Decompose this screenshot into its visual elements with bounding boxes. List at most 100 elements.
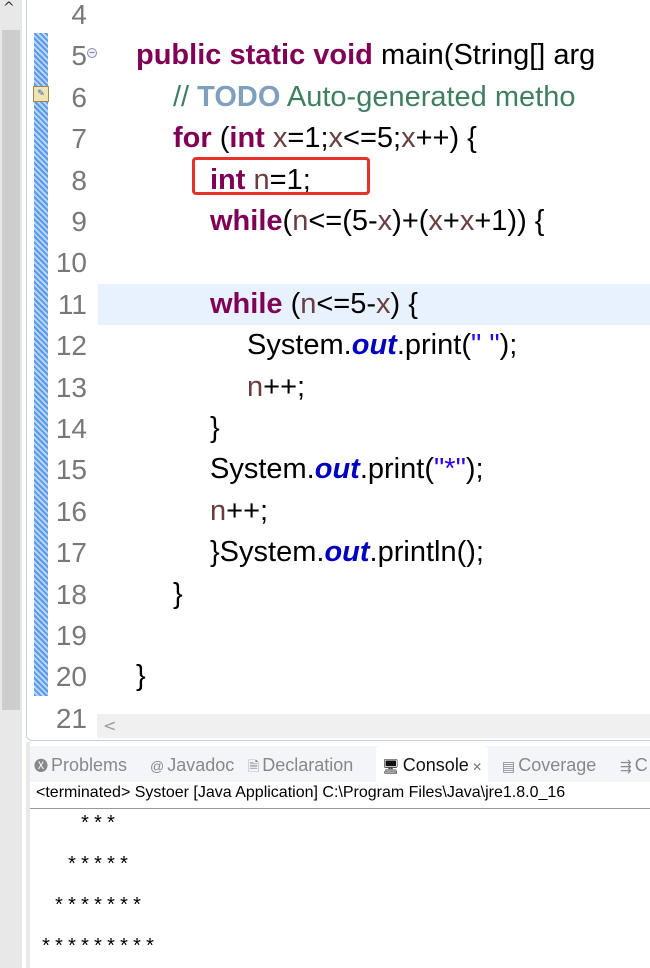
code-token: public static void — [136, 39, 381, 72]
code-line[interactable]: }System.out.println(); — [98, 532, 650, 573]
scroll-up-icon[interactable]: ^ — [3, 0, 15, 16]
code-token: n — [210, 494, 227, 527]
line-number: 19 — [55, 620, 87, 651]
code-token: ( — [211, 122, 230, 155]
line-number: 18 — [55, 578, 87, 610]
tab-label: Javadoc — [167, 755, 235, 775]
line-number: 17 — [55, 537, 87, 569]
tab-label: Console — [402, 755, 469, 775]
code-line[interactable]: while(n<=(5-x)+(x+x+1)) { — [98, 201, 650, 242]
code-token: TODO — [197, 80, 281, 113]
close-icon[interactable]: ✕ — [469, 760, 482, 774]
code-token: x — [272, 122, 288, 155]
code-token: =1; — [287, 122, 329, 155]
tab-label: C — [634, 755, 648, 775]
code-token: ) { — [390, 287, 418, 320]
code-token: ++) { — [415, 122, 477, 155]
code-token: ( — [282, 205, 293, 237]
highlight-annotation-box — [192, 157, 370, 195]
code-line[interactable]: while (n<=5-x) { — [98, 283, 650, 325]
line-number: 7 — [71, 123, 87, 155]
code-token: .print( — [359, 453, 434, 486]
code-token: ( — [282, 287, 301, 320]
code-token: <=5; — [343, 122, 402, 155]
line-number: 14 — [55, 413, 87, 444]
code-token: x — [459, 205, 475, 237]
console-output-line: *** — [40, 814, 119, 837]
code-line[interactable]: System.out.print(" "); — [98, 325, 650, 366]
code-line[interactable]: n++; — [98, 491, 650, 532]
line-number: 4 — [71, 0, 87, 30]
code-token: .println(); — [369, 536, 484, 569]
code-token: } — [173, 577, 183, 610]
code-line[interactable]: } — [98, 408, 650, 449]
line-number: 8 — [71, 164, 87, 196]
code-token: <=5- — [316, 287, 377, 320]
code-token: main(String[] arg — [380, 39, 596, 72]
code-line[interactable]: n++; — [98, 367, 650, 408]
scroll-left-icon[interactable]: < — [103, 716, 116, 735]
tab-problems[interactable]: 🅧 Problems — [34, 746, 127, 782]
tab-declaration[interactable]: 🗎 Declaration — [248, 746, 353, 782]
code-line[interactable]: // TODO Auto-generated metho — [98, 77, 650, 118]
code-token: out — [314, 453, 360, 486]
line-number: 20 — [55, 661, 87, 693]
tab-c[interactable]: ⇶ C — [620, 746, 648, 782]
code-token: // — [173, 80, 198, 113]
code-line[interactable]: } — [98, 574, 650, 615]
console-output-line: ********* — [40, 937, 158, 960]
code-token: Auto-generated metho — [280, 80, 576, 113]
tab-coverage[interactable]: ▤ Coverage — [502, 746, 596, 782]
code-editor[interactable]: ✎ − 4 5 public static void main(String[] a… — [26, 0, 650, 741]
line-number: 11 — [57, 288, 87, 320]
code-token: x — [377, 205, 393, 237]
tab-javadoc[interactable]: @ Javadoc — [150, 746, 234, 782]
code-token: int — [229, 122, 273, 155]
code-line[interactable]: public static void main(String[] arg — [98, 35, 650, 76]
code-token: x — [428, 205, 443, 237]
tab-label: Problems — [51, 755, 128, 775]
code-line[interactable]: System.out.print("*"); — [98, 449, 650, 490]
code-token: ); — [465, 453, 484, 486]
code-line[interactable] — [98, 615, 650, 656]
code-token: } — [210, 412, 220, 444]
code-token: ); — [499, 329, 518, 362]
code-line[interactable] — [98, 0, 650, 35]
console-output-line: ******* — [40, 896, 145, 919]
at-icon: @ — [150, 758, 165, 774]
line-number: 13 — [55, 371, 87, 403]
tab-console[interactable]: 🖥 Console ✕ — [376, 746, 489, 782]
code-line[interactable]: int n=1; — [98, 160, 650, 201]
line-number: 5 — [71, 40, 87, 72]
code-token: for — [173, 122, 212, 155]
change-ruler — [34, 33, 48, 696]
code-line[interactable] — [98, 242, 650, 283]
code-token: out — [324, 536, 370, 569]
line-number: 16 — [55, 495, 87, 527]
code-token: +1)) { — [474, 205, 545, 237]
declaration-icon: 🗎 — [248, 758, 260, 774]
left-scrollbar[interactable]: ^ — [0, 0, 22, 968]
code-token: n — [300, 287, 317, 320]
bottom-panel-tabs: 🅧 Problems @ Javadoc 🗎 Declaration 🖥 Console ✕ ▤… — [30, 746, 650, 782]
code-token: ++; — [263, 370, 306, 403]
code-line[interactable]: for (int x=1;x<=5;x++) { — [98, 118, 650, 159]
line-number: 10 — [55, 247, 87, 279]
code-token: }System. — [210, 536, 325, 569]
code-line[interactable]: } — [98, 656, 650, 697]
code-token: ++; — [226, 494, 269, 527]
code-token: "*" — [433, 453, 466, 486]
scrollbar-thumb[interactable] — [2, 30, 20, 710]
code-token: n — [247, 370, 264, 403]
code-token: while — [210, 205, 283, 237]
code-token: x — [376, 287, 391, 320]
fold-collapse-icon[interactable]: − — [87, 48, 97, 58]
code-token: out — [351, 329, 397, 362]
console-icon: 🖥 — [382, 758, 400, 774]
code-token: n — [292, 205, 309, 237]
code-token: + — [442, 205, 460, 237]
coverage-icon: ▤ — [502, 758, 516, 774]
code-token: x — [401, 122, 416, 155]
horizontal-scrollbar[interactable]: < — [97, 714, 650, 738]
code-token: x — [328, 122, 344, 155]
